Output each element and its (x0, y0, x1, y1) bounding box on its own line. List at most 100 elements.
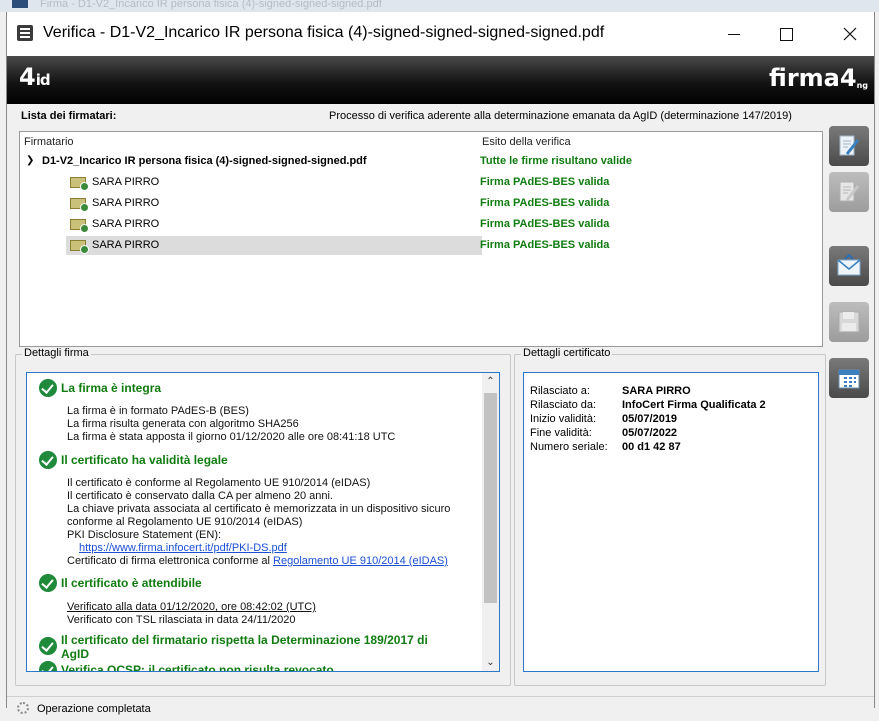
ng-logo-text: ng (856, 81, 868, 90)
save-button[interactable] (829, 302, 869, 342)
cert-value: SARA PIRRO (622, 385, 691, 397)
signer-result: Firma PAdES-BES valida (480, 218, 610, 230)
legal-line: Il certificato è conforme al Regolamento… (67, 477, 371, 489)
integrity-title: La firma è integra (61, 381, 162, 395)
check-circle-icon (39, 379, 57, 397)
signer-result: Firma PAdES-BES valida (480, 176, 610, 188)
file-result: Tutte le firme risultano valide (480, 155, 632, 167)
signer-name: SARA PIRRO (92, 239, 160, 251)
cert-value: InfoCert Firma Qualificata 2 (622, 399, 766, 411)
legal-line: PKI Disclosure Statement (EN): (67, 529, 222, 541)
cert-row: Inizio validità: 05/07/2019 (530, 413, 677, 425)
certificate-icon (70, 219, 89, 233)
sign-document-disabled-button[interactable] (829, 172, 869, 212)
cert-key: Numero seriale: (530, 441, 608, 453)
maximize-button[interactable] (763, 18, 809, 50)
certificate-icon (70, 198, 89, 212)
determination-title-line2: AgID (61, 647, 89, 661)
tree-file-row[interactable]: ❯ D1-V2_Incarico IR persona fisica (4)-s… (20, 151, 822, 172)
minimize-icon (728, 33, 740, 35)
sign-document-button[interactable] (829, 126, 869, 166)
trust-title: Il certificato è attendibile (61, 576, 202, 590)
firma4ng-logo: firma4ng (769, 64, 868, 92)
determination-title-line1: Il certificato del firmatario rispetta l… (61, 633, 428, 647)
scroll-down-icon[interactable]: ⌄ (482, 654, 499, 671)
status-text: Operazione completata (37, 703, 151, 715)
signers-header: Lista dei firmatari: (21, 110, 117, 122)
pki-disclosure-link[interactable]: https://www.firma.infocert.it/pdf/PKI-DS… (79, 542, 287, 554)
chevron-down-icon[interactable]: ❯ (26, 155, 34, 166)
signers-tree[interactable]: Firmatario Esito della verifica ❯ D1-V2_… (19, 131, 823, 347)
4id-logo: 4id (19, 63, 51, 91)
scrollbar-thumb[interactable] (484, 393, 497, 603)
calendar-button[interactable] (829, 358, 869, 398)
close-icon (843, 27, 857, 41)
background-window-strip: Firma - D1-V2_Incarico IR persona fisica… (0, 0, 879, 12)
app-icon (17, 25, 33, 41)
signer-name: SARA PIRRO (92, 218, 160, 230)
vertical-scrollbar[interactable]: ⌃ ⌄ (482, 373, 499, 671)
ocsp-title: Verifica OCSP: il certificato non risult… (61, 663, 334, 672)
cert-row: Rilasciato da: InfoCert Firma Qualificata… (530, 399, 766, 411)
minimize-button[interactable] (711, 18, 757, 50)
save-icon (838, 311, 860, 333)
status-gear-icon (17, 702, 29, 714)
cert-key: Inizio validità: (530, 413, 597, 425)
check-circle-icon (39, 451, 57, 469)
certificate-details-label: Dettagli certificato (521, 347, 613, 359)
cert-value: 05/07/2019 (622, 413, 678, 425)
integrity-line: La firma è stata apposta il giorno 01/12… (67, 431, 396, 443)
check-circle-icon (39, 574, 57, 592)
cert-row: Fine validità: 05/07/2022 (530, 427, 677, 439)
status-bar: Operazione completata (7, 696, 874, 721)
4id-logo-number: 4 (19, 63, 36, 91)
cert-row: Rilasciato a: SARA PIRRO (530, 385, 691, 397)
signer-row[interactable]: SARA PIRRO Firma PAdES-BES valida (20, 214, 822, 235)
close-button[interactable] (827, 18, 873, 50)
file-name: D1-V2_Incarico IR persona fisica (4)-sig… (42, 155, 367, 167)
certificate-icon (70, 177, 89, 191)
integrity-line: La firma risulta generata con algoritmo … (67, 418, 299, 430)
trust-line: Verificato con TSL rilasciata in data 24… (67, 614, 296, 626)
integrity-line: La firma è in formato PAdES-B (BES) (67, 405, 249, 417)
4id-logo-text: id (35, 71, 51, 89)
signer-row-selected[interactable]: SARA PIRRO Firma PAdES-BES valida (20, 235, 822, 256)
process-note: Processo di verifica aderente alla deter… (329, 110, 792, 122)
cert-value: 00 d1 42 87 (622, 441, 681, 453)
eidas-regulation-link[interactable]: Regolamento UE 910/2014 (eIDAS) (273, 555, 448, 567)
cert-key: Fine validità: (530, 427, 592, 439)
send-mail-button[interactable] (829, 246, 869, 286)
document-sign-icon (839, 135, 860, 156)
cert-key: Rilasciato a: (530, 385, 590, 397)
maximize-icon (779, 27, 793, 41)
window-title: Verifica - D1-V2_Incarico IR persona fis… (43, 24, 605, 41)
title-bar: Verifica - D1-V2_Incarico IR persona fis… (7, 12, 874, 56)
legal-line: La chiave privata associata al certifica… (67, 503, 451, 515)
legal-title: Il certificato ha validità legale (61, 453, 228, 467)
signer-row[interactable]: SARA PIRRO Firma PAdES-BES valida (20, 172, 822, 193)
signature-details-panel[interactable]: ⌃ ⌄ La firma è integra La firma è in for… (26, 372, 500, 672)
signer-name: SARA PIRRO (92, 197, 160, 209)
signer-row[interactable]: SARA PIRRO Firma PAdES-BES valida (20, 193, 822, 214)
signature-details-label: Dettagli firma (22, 347, 91, 359)
eidas-line: Certificato di firma elettronica conform… (67, 555, 448, 567)
legal-line: Il certificato è conservato dalla CA per… (67, 490, 333, 502)
certificate-details-panel: Rilasciato a: SARA PIRRO Rilasciato da: In… (523, 372, 819, 672)
cert-value: 05/07/2022 (622, 427, 678, 439)
certificate-icon (70, 240, 89, 254)
envelope-icon (837, 254, 861, 276)
eidas-line-prefix: Certificato di firma elettronica conform… (67, 555, 274, 567)
signer-result: Firma PAdES-BES valida (480, 197, 610, 209)
verification-window: Verifica - D1-V2_Incarico IR persona fis… (6, 12, 875, 715)
brand-banner: 4id firma4ng (7, 56, 874, 104)
cert-key: Rilasciato da: (530, 399, 597, 411)
scroll-up-icon[interactable]: ⌃ (482, 373, 499, 390)
background-window-title: Firma - D1-V2_Incarico IR persona fisica… (40, 0, 382, 10)
check-circle-icon (39, 637, 57, 655)
background-app-icon (12, 0, 28, 8)
document-sign-disabled-icon (839, 181, 860, 202)
calendar-icon (838, 369, 860, 389)
firma4-logo-text: firma4 (769, 64, 857, 92)
signer-name: SARA PIRRO (92, 176, 160, 188)
cert-row: Numero seriale: 00 d1 42 87 (530, 441, 681, 453)
